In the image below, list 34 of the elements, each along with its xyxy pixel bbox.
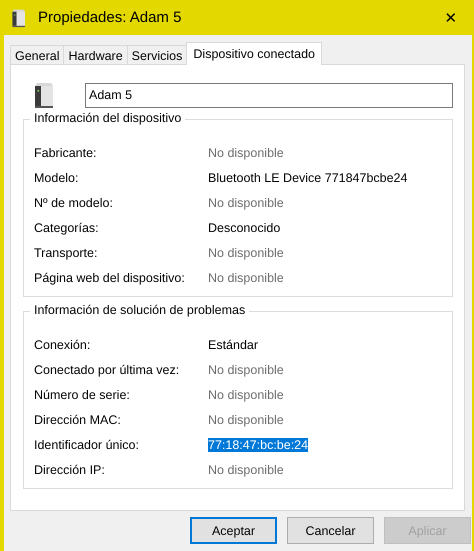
field-value: No disponible: [208, 462, 284, 476]
field-value: Bluetooth LE Device 771847bcbe24: [208, 170, 408, 184]
group-title: Información de solución de problemas: [30, 303, 250, 317]
field-value: Desconocido: [208, 220, 280, 234]
field-value: No disponible: [208, 196, 284, 210]
window-title: Propiedades: Adam 5: [38, 9, 182, 26]
field-label: Transporte:: [34, 246, 98, 260]
field-label: Página web del dispositivo:: [34, 270, 186, 284]
field-value: No disponible: [208, 246, 284, 260]
tab[interactable]: Dispositivo conectado: [186, 42, 322, 65]
tab[interactable]: General: [10, 45, 64, 65]
field-value: No disponible: [208, 412, 284, 426]
group-title: Información del dispositivo: [30, 111, 186, 125]
name-field[interactable]: Adam 5: [85, 82, 453, 108]
field-value: No disponible: [208, 270, 284, 284]
field-value: No disponible: [208, 388, 284, 402]
field-label: Dirección MAC:: [34, 412, 122, 426]
field-value: No disponible: [208, 362, 284, 376]
field-label: Número de serie:: [34, 388, 131, 402]
close-button[interactable]: ✕: [428, 8, 474, 28]
selected-value: 77:18:47:bc:be:24: [208, 438, 308, 452]
field-label: Categorías:: [34, 220, 100, 234]
field-label: Modelo:: [34, 170, 80, 184]
field-label: Conectado por última vez:: [34, 362, 180, 376]
window-icon: [10, 8, 26, 28]
field-value: Estándar: [208, 338, 258, 352]
field-label: Fabricante:: [34, 146, 98, 160]
field-label: Identificador único:: [34, 438, 140, 452]
dialog-button[interactable]: Aceptar: [190, 517, 277, 544]
field-label: Conexión:: [34, 338, 92, 352]
field-label: Nº de modelo:: [34, 196, 114, 210]
dialog-button[interactable]: Cancelar: [287, 517, 374, 544]
field-label: Dirección IP:: [34, 462, 106, 476]
field-value: No disponible: [208, 146, 284, 160]
